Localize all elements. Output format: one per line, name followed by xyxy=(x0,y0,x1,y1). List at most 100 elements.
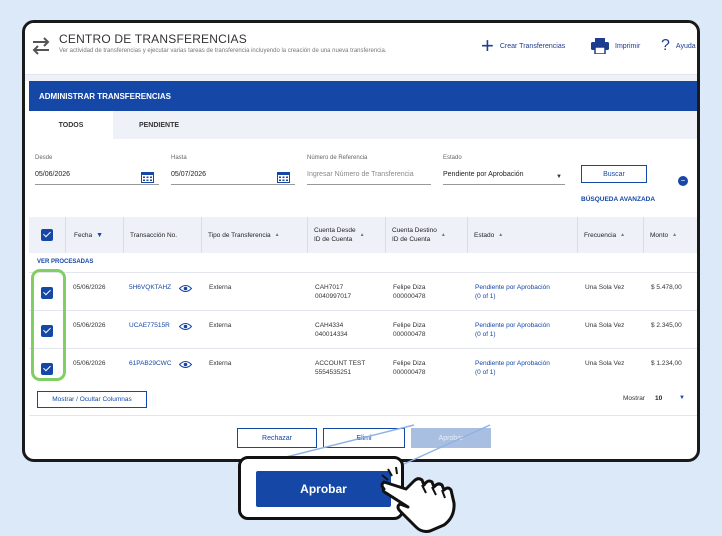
section-header: ADMINISTRAR TRANSFERENCIAS xyxy=(29,81,697,111)
col-id-cuenta-label: ID de Cuenta xyxy=(392,236,431,243)
to-date-label: Hasta xyxy=(171,155,187,161)
help-button[interactable]: ? Ayuda xyxy=(661,38,696,54)
tab-pendiente[interactable]: PENDIENTE xyxy=(113,111,205,139)
row-from-account: CAH4334 040014334 xyxy=(315,321,348,339)
create-transfer-button[interactable]: + Crear Transferencias xyxy=(481,35,566,57)
sort-icon: ▲ xyxy=(440,232,446,238)
col-id-cuenta-label: ID de Cuenta xyxy=(314,236,353,243)
calendar-icon[interactable] xyxy=(141,171,154,183)
row-transaction-link[interactable]: UCAE77515R xyxy=(129,321,170,330)
app-header: CENTRO DE TRANSFERENCIAS Ver actividad d… xyxy=(25,23,697,75)
row-to-account: Felipe Diza 000000478 xyxy=(393,359,426,377)
row-to-id: 000000478 xyxy=(393,331,426,338)
create-transfer-label: Crear Transferencias xyxy=(499,42,566,50)
row-date: 05/06/2026 xyxy=(73,322,106,329)
sort-icon: ▲ xyxy=(274,232,280,238)
col-cuenta-desde[interactable]: Cuenta Desde ID de Cuenta ▲ xyxy=(307,217,385,253)
page-size-select[interactable]: 10 xyxy=(655,395,662,402)
status-select[interactable]: Pendiente por Aprobación ▼ xyxy=(443,171,565,185)
row-status-count: (0 of 1) xyxy=(475,331,496,338)
row-status-count: (0 of 1) xyxy=(475,293,496,300)
row-status-link[interactable]: Pendiente por Aprobación (0 of 1) xyxy=(475,283,550,301)
col-monto-label: Monto xyxy=(650,231,669,239)
eye-icon[interactable] xyxy=(179,360,192,369)
row-from-account: ACCOUNT TEST 5554535251 xyxy=(315,359,365,377)
approve-button-zoomed[interactable]: Aprobar xyxy=(256,471,391,507)
row-status-link[interactable]: Pendiente por Aprobación (0 of 1) xyxy=(475,359,550,377)
approve-button[interactable]: Aprobar xyxy=(411,428,491,448)
row-frequency: Una Sola Vez xyxy=(585,284,625,291)
row-status-link[interactable]: Pendiente por Aprobación (0 of 1) xyxy=(475,321,550,339)
row-from-id: 0040997017 xyxy=(315,293,352,300)
row-status: Pendiente por Aprobación xyxy=(475,284,550,291)
row-from-id: 5554535251 xyxy=(315,369,352,376)
sort-icon: ▲ xyxy=(498,232,504,238)
eye-icon[interactable] xyxy=(179,284,192,293)
row-from-name: CAH7017 xyxy=(315,284,344,291)
row-from-account: CAH7017 0040997017 xyxy=(315,283,351,301)
print-button[interactable]: Imprimir xyxy=(591,38,640,54)
status-label: Estado xyxy=(443,155,462,161)
row-frequency: Una Sola Vez xyxy=(585,322,625,329)
section-title: ADMINISTRAR TRANSFERENCIAS xyxy=(39,92,171,101)
row-to-account: Felipe Diza 000000478 xyxy=(393,283,426,301)
sort-icon: ▲ xyxy=(620,232,626,238)
reference-input[interactable]: Ingresar Número de Transferencia xyxy=(307,171,431,185)
chevron-down-icon[interactable]: ▼ xyxy=(679,395,685,401)
col-cuenta-destino-labels: Cuenta Destino ID de Cuenta xyxy=(392,226,437,244)
row-amount: $ 2.345,00 xyxy=(651,322,682,329)
row-type: Externa xyxy=(209,284,232,291)
reject-button[interactable]: Rechazar xyxy=(237,428,317,448)
row-from-name: ACCOUNT TEST xyxy=(315,360,366,367)
advanced-search-link[interactable]: BÚSQUEDA AVANZADA xyxy=(581,196,655,203)
page-subtitle: Ver actividad de transferencias y ejecut… xyxy=(59,48,387,54)
row-transaction-link[interactable]: 5H6VQKTAHZ xyxy=(129,283,171,292)
row-to-name: Felipe Diza xyxy=(393,360,426,367)
table-row: 05/06/2026 5H6VQKTAHZ Externa CAH7017 004… xyxy=(29,272,697,310)
row-type: Externa xyxy=(209,360,232,367)
row-checkbox[interactable] xyxy=(41,287,53,299)
col-transaccion[interactable]: Transacción No. xyxy=(123,217,201,253)
pointing-hand-icon xyxy=(380,466,456,533)
row-to-account: Felipe Diza 000000478 xyxy=(393,321,426,339)
tabs: TODOS PENDIENTE xyxy=(29,111,697,139)
select-all-checkbox[interactable] xyxy=(41,229,53,241)
row-checkbox[interactable] xyxy=(41,325,53,337)
printer-icon xyxy=(591,38,609,54)
status-select-value: Pendiente por Aprobación xyxy=(443,171,524,178)
row-frequency: Una Sola Vez xyxy=(585,360,625,367)
col-fecha[interactable]: Fecha ▼ xyxy=(65,217,123,253)
page-title: CENTRO DE TRANSFERENCIAS xyxy=(59,32,247,46)
calendar-icon[interactable] xyxy=(277,171,290,183)
row-date: 05/06/2026 xyxy=(73,360,106,367)
row-to-name: Felipe Diza xyxy=(393,284,426,291)
sort-icon: ▲ xyxy=(359,232,365,238)
search-button[interactable]: Buscar xyxy=(581,165,647,183)
col-cuenta-destino-label: Cuenta Destino xyxy=(392,227,437,234)
toggle-columns-button[interactable]: Mostrar / Ocultar Columnas xyxy=(37,391,147,408)
row-type: Externa xyxy=(209,322,232,329)
row-status: Pendiente por Aprobación xyxy=(475,360,550,367)
col-monto[interactable]: Monto ▲ xyxy=(643,217,697,253)
row-status: Pendiente por Aprobación xyxy=(475,322,550,329)
row-to-id: 000000478 xyxy=(393,293,426,300)
view-processed-link[interactable]: VER PROCESADAS xyxy=(37,259,93,265)
row-transaction-link[interactable]: 61PAB29CWC xyxy=(129,359,172,368)
row-amount: $ 1.234,00 xyxy=(651,360,682,367)
col-frecuencia[interactable]: Frecuencia ▲ xyxy=(577,217,643,253)
collapse-icon[interactable]: − xyxy=(678,176,688,186)
col-cuenta-desde-labels: Cuenta Desde ID de Cuenta xyxy=(314,226,356,244)
col-estado[interactable]: Estado ▲ xyxy=(467,217,577,253)
filters-panel: Desde 05/06/2026 Hasta 05/07/2026 Número… xyxy=(29,139,697,217)
col-tipo[interactable]: Tipo de Transferencia ▲ xyxy=(201,217,307,253)
sort-icon: ▲ xyxy=(672,232,678,238)
tab-todos[interactable]: TODOS xyxy=(29,111,113,139)
delete-button[interactable]: Elimi xyxy=(323,428,405,448)
row-from-id: 040014334 xyxy=(315,331,348,338)
eye-icon[interactable] xyxy=(179,322,192,331)
row-to-id: 000000478 xyxy=(393,369,426,376)
row-checkbox[interactable] xyxy=(41,363,53,375)
help-icon: ? xyxy=(661,37,670,54)
col-fecha-label: Fecha xyxy=(74,231,93,239)
col-cuenta-destino[interactable]: Cuenta Destino ID de Cuenta ▲ xyxy=(385,217,467,253)
